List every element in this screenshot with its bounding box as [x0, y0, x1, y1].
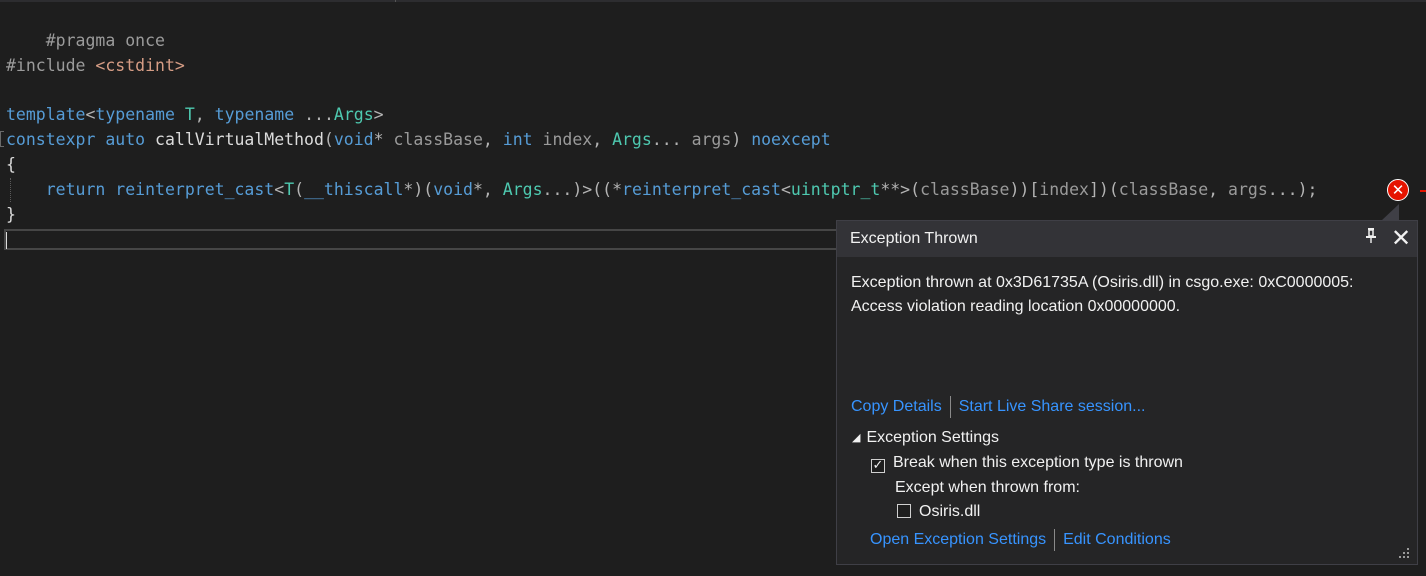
param-index: index — [542, 130, 593, 149]
osiris-checkbox[interactable] — [897, 504, 911, 518]
include-directive: #include — [6, 56, 96, 75]
copy-details-link[interactable]: Copy Details — [851, 398, 942, 415]
exception-message-line-2: Access violation reading location 0x0000… — [851, 298, 1181, 315]
code-line-9: } — [6, 202, 16, 227]
param-classbase: classBase — [393, 130, 483, 149]
collapse-triangle-icon[interactable]: ◢ — [852, 431, 860, 444]
kw-typename: typename — [214, 105, 295, 124]
popup-pointer — [1381, 204, 1399, 221]
kw-thiscall: __thiscall — [304, 180, 404, 199]
scrollbar-error-marker — [1420, 190, 1426, 192]
text-caret — [6, 232, 7, 249]
kw-void: void — [433, 180, 473, 199]
param-classbase: classBase — [1118, 180, 1209, 199]
kw-template: template — [6, 105, 86, 124]
kw-int: int — [502, 130, 533, 149]
function-name: callVirtualMethod — [155, 130, 324, 149]
type-args: Args — [612, 130, 652, 149]
punct: < — [780, 180, 791, 199]
exception-message: Exception thrown at 0x3D61735A (Osiris.d… — [851, 271, 1406, 319]
punct: ])( — [1088, 180, 1119, 199]
break-checkbox[interactable]: ✓ — [871, 459, 885, 473]
punct: , — [482, 130, 503, 149]
exception-settings-label: Exception Settings — [866, 429, 999, 446]
open-exception-settings-link[interactable]: Open Exception Settings — [870, 531, 1046, 548]
type-t: T — [184, 105, 195, 124]
punct: ( — [294, 180, 305, 199]
type-t: T — [284, 180, 295, 199]
kw-noexcept: noexcept — [751, 130, 831, 149]
punct: ... — [651, 130, 692, 149]
punct: * — [373, 130, 394, 149]
punct: , — [592, 130, 613, 149]
exception-popup: Exception Thrown ✕ Exception thrown at 0… — [836, 220, 1418, 565]
except-when-label: Except when thrown from: — [895, 479, 1080, 496]
pragma-directive: #pragma once — [45, 31, 165, 50]
param-args: args — [691, 130, 732, 149]
punct: ( — [323, 130, 334, 149]
punct: **>( — [880, 180, 921, 199]
link-separator — [1054, 529, 1056, 551]
punct: *)( — [403, 180, 434, 199]
popup-title: Exception Thrown — [850, 230, 978, 247]
code-line-3: #include <cstdint> — [6, 53, 185, 78]
break-when-thrown-option[interactable]: ✓ Break when this exception type is throw… — [871, 454, 1183, 473]
error-circle-icon[interactable]: ✕ — [1387, 179, 1409, 201]
action-links: Copy Details Start Live Share session... — [851, 396, 1145, 418]
code-line-8: return reinterpret_cast<T(__thiscall*)(v… — [6, 177, 1318, 202]
punct: , — [1208, 180, 1229, 199]
osiris-label: Osiris.dll — [919, 503, 981, 520]
type-args: Args — [333, 105, 374, 124]
code-line-6: constexpr auto callVirtualMethod(void* c… — [6, 127, 831, 152]
kw-reinterpret-cast: reinterpret_cast — [115, 180, 275, 199]
punct: ) — [731, 130, 752, 149]
osiris-option[interactable]: Osiris.dll — [897, 503, 980, 521]
edit-conditions-link[interactable]: Edit Conditions — [1063, 531, 1171, 548]
break-label: Break when this exception type is thrown — [893, 454, 1183, 471]
type-args: Args — [502, 180, 543, 199]
live-share-link[interactable]: Start Live Share session... — [959, 398, 1146, 415]
punct: ... — [294, 105, 334, 124]
param-classbase: classBase — [920, 180, 1010, 199]
resize-grip-icon[interactable] — [1397, 546, 1411, 560]
punct: *, — [472, 180, 503, 199]
include-header: <cstdint> — [95, 56, 185, 75]
kw-typename: typename — [95, 105, 175, 124]
link-separator — [949, 396, 951, 418]
param-index: index — [1039, 180, 1089, 199]
pin-icon[interactable] — [1365, 227, 1377, 248]
punct: ...)>((* — [542, 180, 623, 199]
kw-auto: auto — [105, 130, 146, 149]
kw-return: return — [45, 180, 106, 199]
kw-constexpr: constexpr — [6, 130, 96, 149]
kw-reinterpret-cast: reinterpret_cast — [622, 180, 781, 199]
punct: ...); — [1267, 180, 1318, 199]
punct: < — [274, 180, 285, 199]
param-args: args — [1228, 180, 1268, 199]
code-line-1: #pragma once — [6, 3, 165, 50]
punct: > — [373, 105, 384, 124]
close-brace: } — [6, 205, 16, 224]
type-uintptr: uintptr_t — [790, 180, 881, 199]
punct: , — [194, 105, 215, 124]
open-brace: { — [6, 155, 16, 174]
code-line-5: template<typename T, typename ...Args> — [6, 102, 384, 127]
code-line-7: { — [6, 152, 16, 177]
close-icon[interactable]: ✕ — [1391, 224, 1411, 252]
kw-void: void — [333, 130, 374, 149]
current-line-highlight — [4, 229, 836, 250]
punct: ))[ — [1009, 180, 1040, 199]
punct: < — [85, 105, 96, 124]
exception-settings-header[interactable]: ◢ Exception Settings — [852, 429, 999, 447]
settings-links: Open Exception Settings Edit Conditions — [870, 529, 1171, 551]
popup-header[interactable]: Exception Thrown ✕ — [837, 221, 1417, 257]
fold-marker[interactable] — [0, 131, 4, 147]
exception-message-line-1: Exception thrown at 0x3D61735A (Osiris.d… — [851, 274, 1354, 291]
